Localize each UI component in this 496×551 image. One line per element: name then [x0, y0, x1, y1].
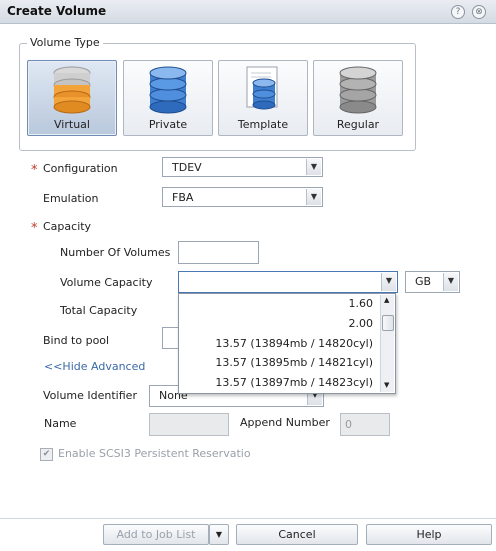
chevron-down-icon[interactable]: ▼	[306, 159, 321, 175]
capacity-unit-value: GB	[415, 275, 432, 288]
volume-type-legend: Volume Type	[27, 36, 103, 49]
chevron-down-icon[interactable]: ▼	[381, 273, 396, 291]
append-number-input[interactable]: 0	[340, 413, 390, 436]
scroll-down-icon[interactable]: ▼	[384, 381, 389, 389]
required-mark: *	[31, 221, 38, 236]
footer-divider	[0, 518, 496, 519]
help-button[interactable]: Help	[366, 524, 492, 545]
configuration-label: Configuration	[43, 162, 118, 175]
dialog-title-bar: Create Volume ? ⊗	[0, 0, 496, 24]
name-input[interactable]	[149, 413, 229, 436]
configuration-select[interactable]: TDEV ▼	[162, 157, 323, 177]
configuration-value: TDEV	[172, 161, 202, 174]
tile-label: Template	[237, 118, 289, 131]
tile-template[interactable]: Template	[218, 60, 308, 136]
close-icon[interactable]: ⊗	[472, 5, 486, 19]
dialog-title: Create Volume	[7, 4, 107, 18]
number-of-volumes-label: Number Of Volumes	[60, 246, 171, 259]
emulation-value: FBA	[172, 191, 194, 204]
volume-capacity-combo[interactable]: ▼	[178, 271, 398, 293]
scsi3-label: Enable SCSI3 Persistent Reservatio	[58, 447, 251, 460]
capacity-label: Capacity	[43, 220, 92, 233]
chevron-down-icon[interactable]: ▼	[443, 273, 458, 291]
cancel-button[interactable]: Cancel	[236, 524, 358, 545]
tile-regular[interactable]: Regular	[313, 60, 403, 136]
private-db-icon	[149, 66, 187, 114]
emulation-label: Emulation	[43, 192, 99, 205]
scroll-up-icon[interactable]: ▲	[384, 296, 389, 304]
number-of-volumes-input[interactable]	[178, 241, 259, 264]
add-to-job-list-button[interactable]: Add to Job List	[103, 524, 209, 545]
hide-advanced-link[interactable]: <<Hide Advanced	[44, 360, 145, 373]
chevron-down-icon[interactable]: ▼	[209, 524, 229, 545]
total-capacity-label: Total Capacity	[60, 304, 138, 317]
required-mark: *	[31, 163, 38, 178]
dropdown-scrollbar[interactable]: ▲ ▼	[380, 295, 394, 392]
regular-db-icon	[339, 66, 377, 114]
tile-label: Regular	[336, 118, 380, 131]
list-item[interactable]: 13.57 (13894mb / 14820cyl)	[215, 337, 373, 350]
bind-to-pool-label: Bind to pool	[43, 334, 110, 347]
capacity-unit-select[interactable]: GB ▼	[405, 271, 460, 293]
tile-label: Private	[148, 118, 188, 131]
list-item[interactable]: 1.60	[349, 297, 374, 310]
scrollbar-thumb[interactable]	[382, 315, 394, 331]
help-icon[interactable]: ?	[451, 5, 465, 19]
list-item[interactable]: 13.57 (13895mb / 14821cyl)	[215, 356, 373, 369]
capacity-dropdown-list: 1.60 2.00 13.57 (13894mb / 14820cyl) 13.…	[178, 293, 396, 394]
list-item[interactable]: 13.57 (13897mb / 14823cyl)	[215, 376, 373, 389]
tile-label: Virtual	[54, 118, 90, 131]
volume-identifier-label: Volume Identifier	[43, 389, 137, 402]
append-number-label: Append Number	[240, 416, 330, 429]
volume-capacity-label: Volume Capacity	[60, 276, 153, 289]
template-db-icon	[246, 66, 278, 110]
list-item[interactable]: 2.00	[349, 317, 374, 330]
scsi3-checkbox[interactable]: ✔	[40, 448, 53, 461]
tile-virtual[interactable]: Virtual	[27, 60, 117, 136]
emulation-select[interactable]: FBA ▼	[162, 187, 323, 207]
tile-private[interactable]: Private	[123, 60, 213, 136]
chevron-down-icon[interactable]: ▼	[306, 189, 321, 205]
name-label: Name	[44, 417, 77, 430]
virtual-db-icon	[53, 66, 91, 114]
